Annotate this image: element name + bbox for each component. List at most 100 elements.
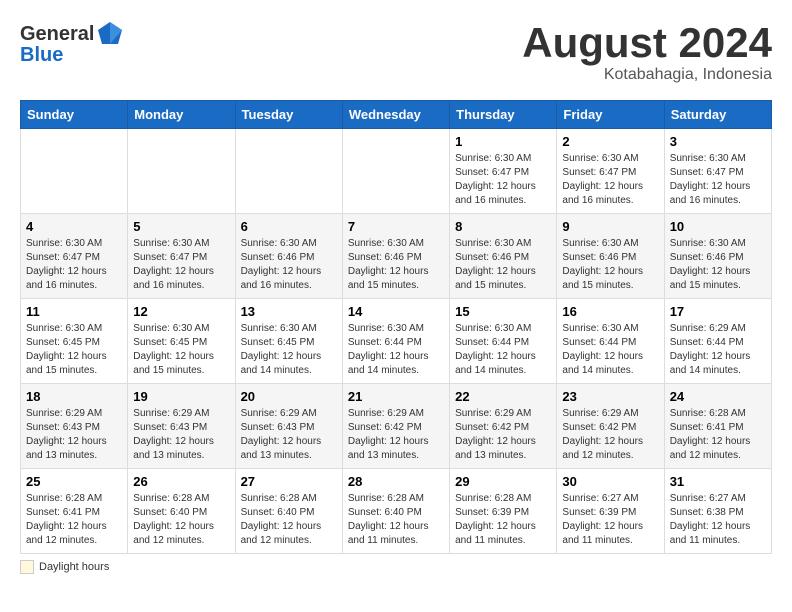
day-number: 28 [348, 474, 444, 489]
day-cell: 21 Sunrise: 6:29 AM Sunset: 6:42 PM Dayli… [342, 384, 449, 469]
day-info: Sunrise: 6:30 AM Sunset: 6:47 PM Dayligh… [455, 152, 551, 208]
day-cell [235, 129, 342, 214]
day-cell [128, 129, 235, 214]
day-cell: 24Sunrise: 6:28 AM Sunset: 6:41 PM Dayli… [664, 384, 771, 469]
day-info: Sunrise: 6:30 AM Sunset: 6:46 PM Dayligh… [455, 237, 551, 293]
day-cell: 25 Sunrise: 6:28 AM Sunset: 6:41 PM Dayli… [21, 469, 128, 554]
day-number: 13 [241, 304, 337, 319]
col-header-wednesday: Wednesday [342, 101, 449, 129]
day-cell: 28 Sunrise: 6:28 AM Sunset: 6:40 PM Dayli… [342, 469, 449, 554]
day-info: Sunrise: 6:30 AM Sunset: 6:46 PM Dayligh… [348, 237, 444, 293]
day-info: Sunrise: 6:30 AM Sunset: 6:44 PM Dayligh… [562, 322, 658, 378]
day-info: Sunrise: 6:28 AM Sunset: 6:40 PM Dayligh… [133, 492, 229, 548]
day-info: Sunrise: 6:30 AM Sunset: 6:45 PM Dayligh… [241, 322, 337, 378]
footer-bar: Daylight hours [20, 560, 772, 574]
day-number: 19 [133, 389, 229, 404]
day-info: Sunrise: 6:27 AM Sunset: 6:38 PM Dayligh… [670, 492, 766, 548]
day-number: 7 [348, 219, 444, 234]
week-row-2: 4 Sunrise: 6:30 AM Sunset: 6:47 PM Daylig… [21, 214, 772, 299]
day-cell: 6Sunrise: 6:30 AM Sunset: 6:46 PM Daylig… [235, 214, 342, 299]
day-info: Sunrise: 6:29 AM Sunset: 6:42 PM Dayligh… [455, 407, 551, 463]
day-cell: 9 Sunrise: 6:30 AM Sunset: 6:46 PM Daylig… [557, 214, 664, 299]
day-cell: 12 Sunrise: 6:30 AM Sunset: 6:45 PM Dayli… [128, 299, 235, 384]
col-header-thursday: Thursday [450, 101, 557, 129]
day-cell: 29Sunrise: 6:28 AM Sunset: 6:39 PM Dayli… [450, 469, 557, 554]
day-info: Sunrise: 6:30 AM Sunset: 6:46 PM Dayligh… [670, 237, 766, 293]
day-cell: 31 Sunrise: 6:27 AM Sunset: 6:38 PM Dayli… [664, 469, 771, 554]
day-cell: 3 Sunrise: 6:30 AM Sunset: 6:47 PM Daylig… [664, 129, 771, 214]
day-info: Sunrise: 6:30 AM Sunset: 6:45 PM Dayligh… [133, 322, 229, 378]
title-section: August 2024 Kotabahagia, Indonesia [522, 20, 772, 84]
day-number: 14 [348, 304, 444, 319]
day-number: 3 [670, 134, 766, 149]
day-number: 11 [26, 304, 122, 319]
day-number: 12 [133, 304, 229, 319]
day-number: 2 [562, 134, 658, 149]
logo-blue: Blue [20, 44, 63, 67]
day-number: 31 [670, 474, 766, 489]
calendar-table: SundayMondayTuesdayWednesdayThursdayFrid… [20, 100, 772, 554]
day-info: Sunrise: 6:28 AM Sunset: 6:41 PM Dayligh… [26, 492, 122, 548]
daylight-label: Daylight hours [39, 561, 109, 573]
day-info: Sunrise: 6:30 AM Sunset: 6:47 PM Dayligh… [562, 152, 658, 208]
day-info: Sunrise: 6:29 AM Sunset: 6:42 PM Dayligh… [562, 407, 658, 463]
day-info: Sunrise: 6:29 AM Sunset: 6:43 PM Dayligh… [241, 407, 337, 463]
day-cell: 22 Sunrise: 6:29 AM Sunset: 6:42 PM Dayli… [450, 384, 557, 469]
location-subtitle: Kotabahagia, Indonesia [522, 66, 772, 84]
day-info: Sunrise: 6:29 AM Sunset: 6:43 PM Dayligh… [133, 407, 229, 463]
day-cell: 2 Sunrise: 6:30 AM Sunset: 6:47 PM Daylig… [557, 129, 664, 214]
day-number: 8 [455, 219, 551, 234]
day-number: 15 [455, 304, 551, 319]
day-cell: 13 Sunrise: 6:30 AM Sunset: 6:45 PM Dayli… [235, 299, 342, 384]
day-number: 27 [241, 474, 337, 489]
day-cell: 27Sunrise: 6:28 AM Sunset: 6:40 PM Dayli… [235, 469, 342, 554]
day-info: Sunrise: 6:30 AM Sunset: 6:47 PM Dayligh… [26, 237, 122, 293]
day-cell [21, 129, 128, 214]
week-row-3: 11 Sunrise: 6:30 AM Sunset: 6:45 PM Dayli… [21, 299, 772, 384]
day-cell: 11Sunrise: 6:30 AM Sunset: 6:45 PM Dayli… [21, 299, 128, 384]
day-cell [342, 129, 449, 214]
day-cell: 23 Sunrise: 6:29 AM Sunset: 6:42 PM Dayli… [557, 384, 664, 469]
day-cell: 18 Sunrise: 6:29 AM Sunset: 6:43 PM Dayli… [21, 384, 128, 469]
day-number: 21 [348, 389, 444, 404]
day-info: Sunrise: 6:29 AM Sunset: 6:43 PM Dayligh… [26, 407, 122, 463]
week-row-4: 18 Sunrise: 6:29 AM Sunset: 6:43 PM Dayli… [21, 384, 772, 469]
header-row: SundayMondayTuesdayWednesdayThursdayFrid… [21, 101, 772, 129]
day-number: 20 [241, 389, 337, 404]
header: General Blue August 2024 Kotabahagia, In… [20, 20, 772, 84]
day-cell: 16Sunrise: 6:30 AM Sunset: 6:44 PM Dayli… [557, 299, 664, 384]
day-number: 10 [670, 219, 766, 234]
col-header-friday: Friday [557, 101, 664, 129]
day-number: 22 [455, 389, 551, 404]
day-info: Sunrise: 6:29 AM Sunset: 6:42 PM Dayligh… [348, 407, 444, 463]
day-number: 9 [562, 219, 658, 234]
day-info: Sunrise: 6:30 AM Sunset: 6:44 PM Dayligh… [348, 322, 444, 378]
day-cell: 8 Sunrise: 6:30 AM Sunset: 6:46 PM Daylig… [450, 214, 557, 299]
day-number: 5 [133, 219, 229, 234]
day-number: 30 [562, 474, 658, 489]
col-header-tuesday: Tuesday [235, 101, 342, 129]
week-row-1: 1Sunrise: 6:30 AM Sunset: 6:47 PM Daylig… [21, 129, 772, 214]
day-cell: 1Sunrise: 6:30 AM Sunset: 6:47 PM Daylig… [450, 129, 557, 214]
day-info: Sunrise: 6:27 AM Sunset: 6:39 PM Dayligh… [562, 492, 658, 548]
day-info: Sunrise: 6:28 AM Sunset: 6:40 PM Dayligh… [348, 492, 444, 548]
day-info: Sunrise: 6:30 AM Sunset: 6:47 PM Dayligh… [670, 152, 766, 208]
day-cell: 5Sunrise: 6:30 AM Sunset: 6:47 PM Daylig… [128, 214, 235, 299]
day-cell: 26Sunrise: 6:28 AM Sunset: 6:40 PM Dayli… [128, 469, 235, 554]
day-number: 18 [26, 389, 122, 404]
day-info: Sunrise: 6:29 AM Sunset: 6:44 PM Dayligh… [670, 322, 766, 378]
day-number: 17 [670, 304, 766, 319]
day-info: Sunrise: 6:30 AM Sunset: 6:46 PM Dayligh… [241, 237, 337, 293]
day-number: 25 [26, 474, 122, 489]
day-cell: 7 Sunrise: 6:30 AM Sunset: 6:46 PM Daylig… [342, 214, 449, 299]
day-info: Sunrise: 6:30 AM Sunset: 6:46 PM Dayligh… [562, 237, 658, 293]
col-header-monday: Monday [128, 101, 235, 129]
day-cell: 20 Sunrise: 6:29 AM Sunset: 6:43 PM Dayli… [235, 384, 342, 469]
col-header-sunday: Sunday [21, 101, 128, 129]
day-number: 4 [26, 219, 122, 234]
day-cell: 30 Sunrise: 6:27 AM Sunset: 6:39 PM Dayli… [557, 469, 664, 554]
day-number: 23 [562, 389, 658, 404]
col-header-saturday: Saturday [664, 101, 771, 129]
day-number: 24 [670, 389, 766, 404]
day-info: Sunrise: 6:30 AM Sunset: 6:44 PM Dayligh… [455, 322, 551, 378]
